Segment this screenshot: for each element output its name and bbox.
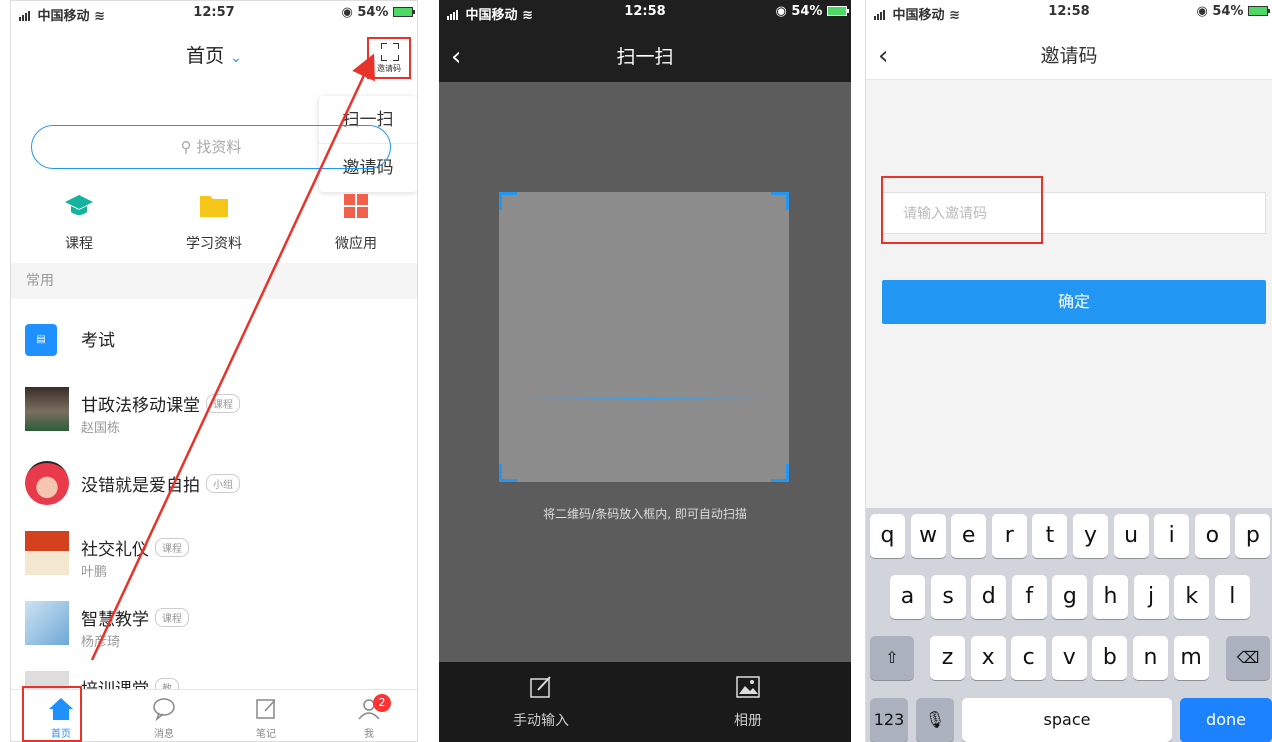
scan-toolbar: 手动输入 相册 <box>439 662 851 742</box>
home-screen: 中国移动 ≋ 12:57 ◉ 54% 首页 ⌄ 邀请码 扫一扫 邀请码 ⚲ 找资料… <box>10 0 418 742</box>
key-z[interactable]: z <box>930 636 965 680</box>
key-h[interactable]: h <box>1093 575 1128 619</box>
quick-materials[interactable]: 学习资料 <box>169 193 259 253</box>
tag-badge: 课程 <box>155 608 189 627</box>
battery-icon <box>827 6 849 16</box>
list-item[interactable]: 甘政法移动课堂 课程 赵国栋 <box>25 387 417 451</box>
key-n[interactable]: n <box>1133 636 1168 680</box>
status-bar: 中国移动 ≋ 12:58 ◉ 54% <box>439 0 851 23</box>
image-icon <box>736 676 760 698</box>
confirm-button[interactable]: 确定 <box>882 280 1266 324</box>
scan-hint: 将二维码/条码放入框内, 即可自动扫描 <box>543 507 747 521</box>
tag-badge: 课程 <box>206 394 240 413</box>
key-t[interactable]: t <box>1032 514 1068 558</box>
key-c[interactable]: c <box>1011 636 1047 680</box>
graduation-cap-icon <box>65 195 93 215</box>
key-e[interactable]: e <box>951 514 987 558</box>
key-l[interactable]: l <box>1214 575 1250 619</box>
back-chevron-icon[interactable]: ‹ <box>878 22 888 90</box>
group-avatar <box>25 461 69 505</box>
keyboard: 123 🎙 space done ⇧ ⌫ qwertyuiop asdfghjkl… <box>866 508 1272 742</box>
key-v[interactable]: v <box>1051 636 1087 680</box>
battery-percent: 54% <box>1212 4 1244 19</box>
key-w[interactable]: w <box>910 514 946 558</box>
key-b[interactable]: b <box>1092 636 1128 680</box>
section-common: 常用 <box>11 263 417 299</box>
folder-icon <box>200 196 228 217</box>
shift-icon[interactable]: ⇧ <box>870 636 914 680</box>
tab-messages[interactable]: 消息 <box>134 696 194 740</box>
key-g[interactable]: g <box>1052 575 1088 619</box>
tag-badge: 小组 <box>206 474 240 493</box>
search-input[interactable]: ⚲ 找资料 <box>31 125 391 169</box>
battery-icon <box>1248 6 1270 16</box>
list-item[interactable]: 没错就是爱自拍 小组 <box>25 461 417 525</box>
key-123[interactable]: 123 <box>870 698 908 742</box>
edit-note-icon <box>256 699 276 719</box>
battery-percent: 54% <box>357 5 389 20</box>
key-d[interactable]: d <box>971 575 1007 619</box>
key-f[interactable]: f <box>1011 575 1047 619</box>
chat-bubble-icon <box>153 698 175 722</box>
key-a[interactable]: a <box>890 575 925 619</box>
status-bar: 中国移动 ≋ 12:58 ◉ 54% <box>866 0 1272 23</box>
key-m[interactable]: m <box>1173 636 1209 680</box>
backspace-icon[interactable]: ⌫ <box>1226 636 1270 680</box>
scan-frame <box>499 192 789 482</box>
key-k[interactable]: k <box>1174 575 1210 619</box>
tab-me[interactable]: 我 2 <box>339 694 399 740</box>
list-item-exam[interactable]: ▤ 考试 <box>25 318 417 382</box>
key-x[interactable]: x <box>970 636 1006 680</box>
notification-badge: 2 <box>373 694 391 712</box>
page-title[interactable]: 首页 ⌄ <box>11 41 417 68</box>
chevron-down-icon: ⌄ <box>230 50 242 66</box>
key-space[interactable]: space <box>962 698 1172 742</box>
key-q[interactable]: q <box>870 514 905 558</box>
nav-bar: ‹ 邀请码 <box>866 22 1272 80</box>
list-item[interactable]: 社交礼仪 课程 叶鹏 <box>25 531 417 595</box>
key-i[interactable]: i <box>1154 514 1190 558</box>
key-o[interactable]: o <box>1194 514 1230 558</box>
alarm-icon: ◉ <box>1196 4 1208 19</box>
invite-code-screen: 中国移动 ≋ 12:58 ◉ 54% ‹ 邀请码 请输入邀请码 确定 123 🎙… <box>865 0 1272 742</box>
scan-invite-button[interactable]: 邀请码 <box>367 37 411 79</box>
scan-screen: 中国移动 ≋ 12:58 ◉ 54% ‹ 扫一扫 将二维码/条码放入框内, 即可… <box>439 0 851 742</box>
list-item[interactable]: 智慧教学 课程 杨彦琦 <box>25 601 417 665</box>
page-title: 邀请码 <box>1040 45 1098 67</box>
exam-icon: ▤ <box>25 324 57 356</box>
status-bar: 中国移动 ≋ 12:57 ◉ 54% <box>11 1 417 24</box>
album-button[interactable]: 相册 <box>698 674 798 730</box>
key-r[interactable]: r <box>991 514 1027 558</box>
grid-icon <box>344 194 368 218</box>
key-s[interactable]: s <box>930 575 966 619</box>
tab-notes[interactable]: 笔记 <box>236 696 296 740</box>
alarm-icon: ◉ <box>341 5 353 20</box>
key-y[interactable]: y <box>1073 514 1108 558</box>
quick-microapps[interactable]: 微应用 <box>311 193 401 253</box>
course-thumbnail <box>25 601 69 645</box>
nav-bar: ‹ 扫一扫 <box>439 22 851 82</box>
tag-badge: 课程 <box>155 538 189 557</box>
microphone-icon[interactable]: 🎙 <box>916 698 954 742</box>
key-u[interactable]: u <box>1113 514 1149 558</box>
course-thumbnail <box>25 531 69 575</box>
course-thumbnail <box>25 387 69 431</box>
highlight-box-home <box>22 686 82 742</box>
key-p[interactable]: p <box>1235 514 1271 558</box>
key-done[interactable]: done <box>1180 698 1272 742</box>
battery-percent: 54% <box>791 4 823 19</box>
battery-icon <box>393 7 415 17</box>
key-j[interactable]: j <box>1133 575 1169 619</box>
edit-icon <box>530 676 551 698</box>
scan-line <box>527 398 765 400</box>
quick-course[interactable]: 课程 <box>34 193 124 253</box>
scan-icon <box>381 43 399 61</box>
search-icon: ⚲ <box>180 138 192 156</box>
page-title: 扫一扫 <box>616 46 674 68</box>
back-chevron-icon[interactable]: ‹ <box>451 22 461 92</box>
alarm-icon: ◉ <box>775 4 787 19</box>
manual-input-button[interactable]: 手动输入 <box>491 674 591 730</box>
scan-button-label: 邀请码 <box>377 64 401 73</box>
highlight-box-input <box>881 176 1043 244</box>
